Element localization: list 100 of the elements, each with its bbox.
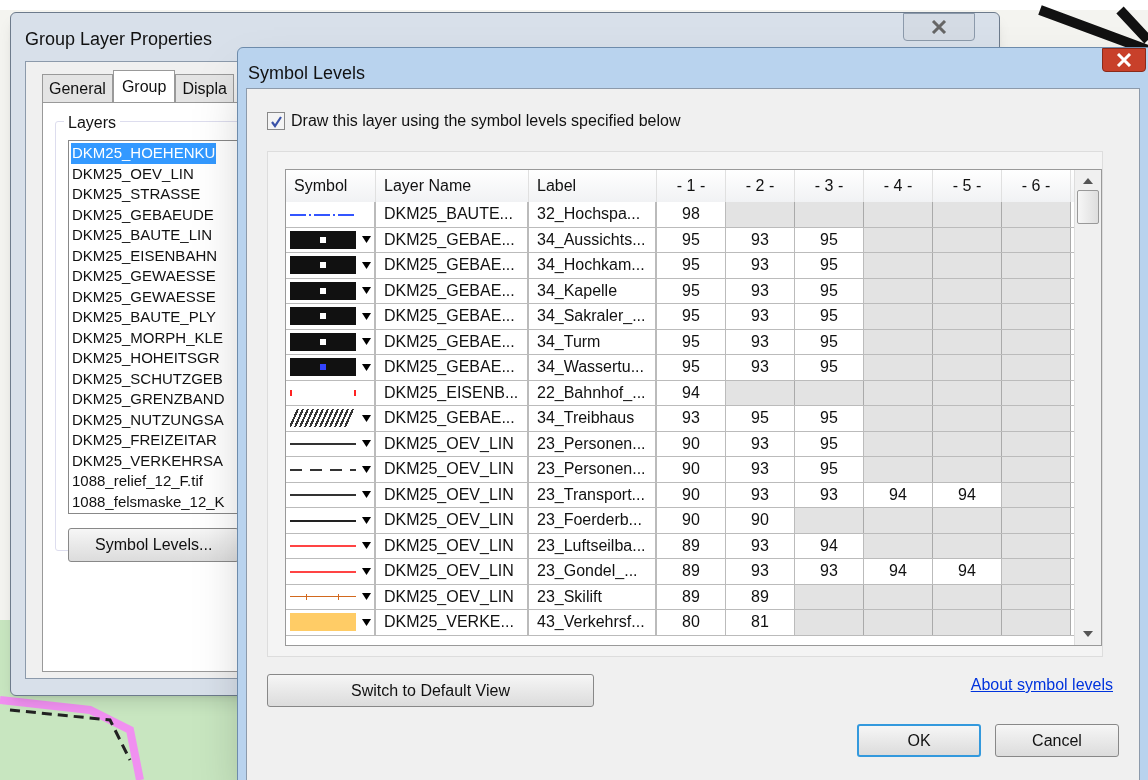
checkbox[interactable] — [267, 112, 285, 130]
list-item[interactable]: DKM25_HOHEITSGR — [71, 348, 221, 369]
caret-icon[interactable] — [362, 440, 371, 448]
symbol-swatch-icon — [290, 493, 356, 497]
caret-icon[interactable] — [362, 491, 371, 499]
table-cell: 34_Sakraler_... — [529, 304, 657, 329]
level-cell[interactable]: 93 — [795, 559, 864, 584]
caret-icon[interactable] — [362, 287, 371, 295]
level-cell[interactable]: 90 — [657, 431, 726, 456]
level-cell[interactable]: 93 — [726, 278, 795, 303]
level-cell[interactable]: 93 — [726, 355, 795, 380]
caret-icon[interactable] — [362, 593, 371, 601]
close-button[interactable] — [903, 13, 975, 41]
column-header[interactable]: - 1 - — [657, 170, 726, 202]
table-cell: DKM25_GEBAE... — [376, 406, 529, 431]
switch-default-view-button[interactable]: Switch to Default View — [267, 674, 594, 707]
caret-icon[interactable] — [362, 236, 371, 244]
table-cell: DKM25_GEBAE... — [376, 278, 529, 303]
level-cell[interactable]: 89 — [657, 533, 726, 558]
level-cell[interactable]: 95 — [657, 227, 726, 252]
level-cell[interactable]: 94 — [864, 482, 933, 507]
level-cell[interactable]: 90 — [657, 457, 726, 482]
level-cell[interactable]: 93 — [726, 559, 795, 584]
level-cell[interactable]: 93 — [726, 457, 795, 482]
level-cell[interactable]: 93 — [726, 304, 795, 329]
symbol-levels-button[interactable]: Symbol Levels... — [68, 528, 240, 562]
caret-icon[interactable] — [362, 363, 371, 371]
column-header[interactable]: Label — [529, 170, 657, 202]
list-item[interactable]: DKM25_GEWAESSE — [71, 286, 217, 307]
symbol-swatch-icon — [290, 389, 356, 396]
column-header[interactable]: Layer Name — [376, 170, 529, 202]
caret-icon[interactable] — [362, 261, 371, 269]
list-item[interactable]: DKM25_SCHUTZGEB — [71, 368, 224, 389]
level-cell[interactable]: 95 — [657, 355, 726, 380]
level-cell[interactable]: 89 — [657, 559, 726, 584]
level-cell[interactable]: 94 — [864, 559, 933, 584]
scroll-down-icon[interactable] — [1083, 631, 1093, 637]
table-cell: DKM25_OEV_LIN — [376, 457, 529, 482]
level-cell[interactable]: 93 — [657, 406, 726, 431]
caret-icon[interactable] — [362, 414, 371, 422]
level-cell[interactable]: 95 — [657, 304, 726, 329]
tab[interactable]: Displa — [175, 74, 234, 102]
list-item[interactable]: DKM25_GRENZBAND — [71, 389, 226, 410]
cancel-button[interactable]: Cancel — [995, 724, 1119, 757]
level-cell[interactable]: 95 — [726, 406, 795, 431]
list-item[interactable]: DKM25_GEBAEUDE — [71, 204, 215, 225]
table-cell: DKM25_GEBAE... — [376, 329, 529, 354]
table-cell: 34_Aussichts... — [529, 227, 657, 252]
list-item[interactable]: DKM25_GEWAESSE — [71, 266, 217, 287]
list-item[interactable]: 1088_felsmaske_12_K — [71, 491, 226, 512]
dialog-title: Symbol Levels — [248, 62, 366, 85]
tab[interactable]: Group — [112, 70, 176, 102]
caret-icon[interactable] — [362, 618, 371, 626]
level-cell[interactable]: 95 — [657, 329, 726, 354]
list-item[interactable]: DKM25_VERKEHRSA — [71, 450, 224, 471]
level-cell[interactable]: 93 — [726, 253, 795, 278]
column-header[interactable]: Symbol — [286, 170, 376, 202]
level-cell[interactable]: 90 — [657, 508, 726, 533]
level-cell[interactable]: 95 — [657, 253, 726, 278]
level-cell[interactable]: 90 — [657, 482, 726, 507]
level-cell[interactable]: 93 — [726, 329, 795, 354]
list-item[interactable]: 1088_relief_12_F.tif — [71, 471, 204, 492]
table-cell: 23_Foerderb... — [529, 508, 657, 533]
scroll-thumb[interactable] — [1077, 190, 1099, 224]
list-item[interactable]: DKM25_BAUTE_PLY — [71, 307, 217, 328]
level-cell[interactable]: 93 — [726, 482, 795, 507]
list-item[interactable]: DKM25_FREIZEITAR — [71, 430, 218, 451]
about-link[interactable]: About symbol levels — [970, 673, 1113, 697]
ok-button[interactable]: OK — [857, 724, 981, 757]
scrollbar[interactable] — [1074, 170, 1101, 645]
caret-icon[interactable] — [362, 465, 371, 473]
caret-icon[interactable] — [362, 567, 371, 575]
level-cell[interactable]: 95 — [657, 278, 726, 303]
table-cell: 34_Wassertu... — [529, 355, 657, 380]
level-cell[interactable]: 93 — [795, 482, 864, 507]
table-cell: DKM25_EISENB... — [376, 380, 529, 405]
list-item[interactable]: DKM25_EISENBAHN — [71, 245, 219, 266]
list-item[interactable]: DKM25_NUTZUNGSA — [71, 409, 225, 430]
caret-icon[interactable] — [362, 338, 371, 346]
caret-icon[interactable] — [362, 312, 371, 320]
level-cell[interactable]: 93 — [726, 227, 795, 252]
level-cell[interactable]: 93 — [726, 533, 795, 558]
close-button[interactable] — [1102, 48, 1146, 72]
table-cell: DKM25_GEBAE... — [376, 304, 529, 329]
caret-icon[interactable] — [362, 542, 371, 550]
empty-level-cell — [1002, 482, 1071, 507]
table-cell: 23_Gondel_... — [529, 559, 657, 584]
symbol-swatch-icon — [290, 409, 356, 428]
list-item[interactable]: DKM25_OEV_LIN — [71, 163, 195, 184]
list-item[interactable]: DKM25_MORPH_KLE — [71, 327, 224, 348]
table-cell: 43_Verkehrsf... — [529, 610, 657, 635]
list-item[interactable]: DKM25_STRASSE — [71, 184, 202, 205]
tab[interactable]: General — [42, 74, 113, 102]
caret-icon[interactable] — [362, 516, 371, 524]
list-item[interactable]: DKM25_BAUTE_LIN — [71, 225, 214, 246]
level-cell[interactable]: 89 — [657, 584, 726, 609]
symbol-swatch-icon — [290, 613, 356, 632]
level-cell[interactable]: 80 — [657, 610, 726, 635]
level-cell[interactable]: 93 — [726, 431, 795, 456]
scroll-up-icon[interactable] — [1083, 178, 1093, 184]
